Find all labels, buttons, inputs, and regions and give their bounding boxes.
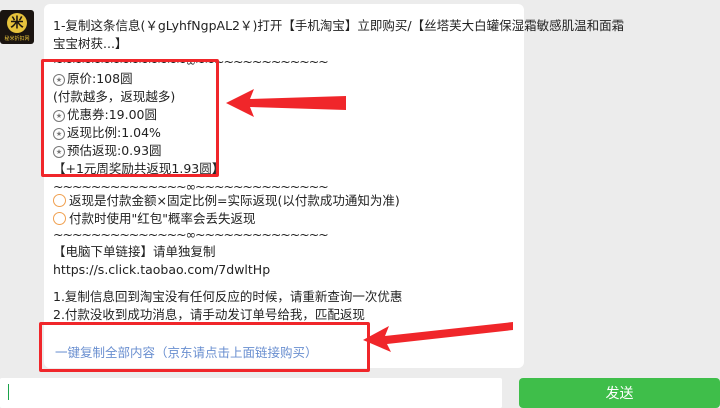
highlight-box-price — [41, 59, 219, 177]
separator: ~~~~~~~~~~~~~~∞~~~~~~~~~~~~~~ — [53, 227, 329, 242]
rule1: 返现是付款金额×固定比例=实际返现(以付款成功通知为准) — [69, 193, 400, 208]
avatar-logo: 米 — [7, 13, 27, 33]
avatar[interactable]: 米 秘米折扣网 — [0, 10, 34, 44]
circle-icon — [53, 194, 66, 207]
highlight-box-copy — [39, 322, 370, 372]
message-line1: 1-复制这条信息(￥gLyhfNgpAL2￥)打开【手机淘宝】立即购买/【丝塔芙… — [53, 18, 625, 33]
rule2: 付款时使用"红包"概率会丢失返现 — [69, 211, 256, 226]
pc-link-label: 【电脑下单链接】请单独复制 — [53, 244, 216, 259]
arrow-icon — [363, 322, 513, 352]
arrow-icon — [226, 89, 346, 117]
circle-icon — [53, 212, 66, 225]
tip1: 1.复制信息回到淘宝没有任何反应的时候，请重新查询一次优惠 — [53, 289, 403, 304]
message-line2: 宝宝树获...】 — [53, 36, 128, 51]
product-url[interactable]: https://s.click.taobao.com/7dwltHp — [53, 261, 270, 279]
avatar-caption: 秘米折扣网 — [4, 36, 30, 42]
text-caret — [8, 384, 9, 400]
